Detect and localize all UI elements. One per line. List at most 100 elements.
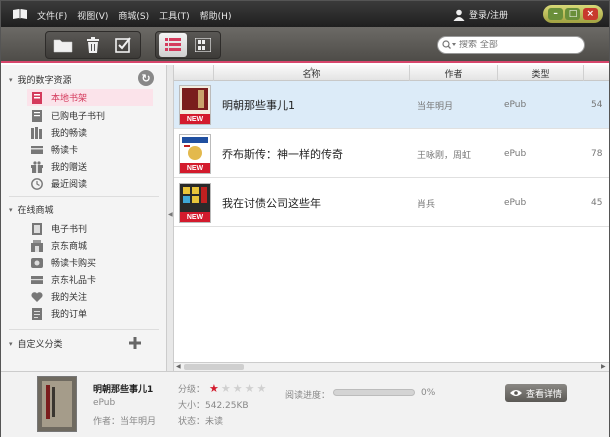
- sidebar-item-orders[interactable]: 我的订单: [31, 305, 163, 322]
- order-icon: [32, 307, 42, 320]
- sort-indicator-icon: ▲: [309, 66, 314, 72]
- menu-store[interactable]: 商城(S): [118, 9, 149, 22]
- section-online-store[interactable]: ▾ 在线商城: [9, 203, 54, 217]
- collapse-arrow-icon: ▾: [9, 339, 13, 348]
- header-extra: [584, 65, 609, 81]
- login-label: 登录/注册: [469, 11, 509, 21]
- menu-tools[interactable]: 工具(T): [159, 9, 190, 22]
- book-cover: NEW: [179, 183, 211, 223]
- detail-title: 明朝那些事儿1: [93, 385, 154, 395]
- card-icon: [31, 145, 43, 154]
- sidebar-item-local-shelf[interactable]: 本地书架: [27, 89, 163, 106]
- reading-progress-bar: [333, 389, 415, 396]
- sidebar-item-label: 畅读卡购买: [51, 259, 97, 269]
- menu-view[interactable]: 视图(V): [77, 9, 108, 22]
- sidebar-divider: [9, 196, 159, 197]
- login-link[interactable]: 登录/注册: [453, 8, 508, 21]
- eye-icon: [509, 390, 522, 396]
- table-row[interactable]: NEW 明朝那些事儿1 当年明月 ePub 54: [174, 81, 609, 129]
- sidebar-item-my-gifts[interactable]: 我的赠送: [31, 158, 163, 175]
- scroll-left-icon[interactable]: ◀: [176, 363, 181, 370]
- new-badge: NEW: [180, 212, 210, 222]
- minimize-button[interactable]: –: [548, 8, 564, 20]
- checkbox-icon: [115, 37, 131, 53]
- search-box[interactable]: [437, 36, 585, 54]
- header-type[interactable]: 类型: [498, 65, 584, 81]
- sidebar-item-following[interactable]: 我的关注: [31, 288, 163, 305]
- delete-button[interactable]: [79, 33, 107, 57]
- section-custom-categories[interactable]: ▾ 自定义分类: [9, 337, 63, 351]
- bookshelf-icon: [32, 91, 42, 104]
- shelf-view-icon: [195, 38, 211, 52]
- sidebar-item-label: 本地书架: [51, 94, 88, 104]
- file-actions-group: [45, 31, 141, 59]
- scrollbar-thumb[interactable]: [184, 364, 244, 370]
- progress-label: 阅读进度：: [285, 391, 331, 401]
- sync-button[interactable]: ↻: [138, 70, 154, 86]
- sidebar-item-my-reads[interactable]: 我的畅读: [31, 124, 163, 141]
- star-empty-icon[interactable]: ★: [233, 382, 243, 395]
- book-type: ePub: [504, 198, 527, 208]
- sidebar-splitter[interactable]: [167, 65, 174, 371]
- menu-help[interactable]: 帮助(H): [200, 9, 232, 22]
- header-author[interactable]: 作者: [410, 65, 498, 81]
- progress-value: 0%: [421, 388, 436, 398]
- menu-file[interactable]: 文件(F): [37, 9, 67, 22]
- gift-icon: [31, 160, 43, 173]
- giftcard-icon: [31, 275, 43, 284]
- list-view-button[interactable]: [159, 33, 187, 57]
- maximize-button[interactable]: □: [565, 8, 581, 20]
- scroll-right-icon[interactable]: ▶: [601, 363, 606, 370]
- book-title: 乔布斯传：神一样的传奇: [222, 148, 343, 161]
- select-button[interactable]: [109, 33, 137, 57]
- add-category-icon[interactable]: [129, 337, 141, 349]
- book-author: 王咏刚，周虹: [417, 150, 472, 161]
- book-detail-panel: 明朝那些事儿1 ePub 作者：当年明月 分级： ★ ★ ★ ★ ★ 大小：542.25…: [1, 371, 609, 437]
- user-icon: [453, 9, 465, 21]
- title-bar: 文件(F) 视图(V) 商城(S) 工具(T) 帮助(H) 登录/注册 – □ …: [1, 1, 609, 27]
- star-empty-icon[interactable]: ★: [245, 382, 255, 395]
- sidebar-item-recent[interactable]: 最近阅读: [31, 175, 163, 192]
- sidebar-item-ebooks[interactable]: 电子书刊: [31, 220, 163, 237]
- star-empty-icon[interactable]: ★: [221, 382, 231, 395]
- search-input[interactable]: [459, 40, 569, 50]
- close-button[interactable]: ×: [582, 8, 598, 20]
- buy-card-icon: [31, 257, 43, 268]
- section-title: 自定义分类: [17, 340, 63, 350]
- shelf-view-button[interactable]: [189, 33, 217, 57]
- header-type-label: 类型: [531, 69, 550, 80]
- window-controls: – □ ×: [543, 5, 603, 23]
- book-extra: 78: [591, 149, 603, 159]
- view-details-button[interactable]: 查看详情: [505, 384, 567, 402]
- book-type: ePub: [504, 100, 527, 110]
- section-my-resources[interactable]: ▾ 我的数字资源: [9, 73, 72, 87]
- detail-book-cover: [37, 376, 77, 432]
- app-logo-icon: [13, 9, 27, 19]
- sidebar-item-gift-card[interactable]: 京东礼品卡: [31, 271, 163, 288]
- book-title: 我在讨债公司这些年: [222, 197, 321, 210]
- table-row[interactable]: NEW 乔布斯传：神一样的传奇 王咏刚，周虹 ePub 78: [174, 130, 609, 178]
- header-cover: [174, 65, 214, 81]
- app-window: 文件(F) 视图(V) 商城(S) 工具(T) 帮助(H) 登录/注册 – □ …: [0, 0, 610, 437]
- horizontal-scrollbar[interactable]: ◀ ▶: [174, 362, 609, 371]
- sidebar-item-label: 电子书刊: [51, 225, 88, 235]
- sidebar-item-label: 京东商城: [51, 242, 88, 252]
- table-row[interactable]: NEW 我在讨债公司这些年 肖兵 ePub 45: [174, 179, 609, 227]
- open-folder-button[interactable]: [49, 33, 77, 57]
- header-name[interactable]: ▲ 名称: [214, 65, 410, 81]
- collapse-sidebar-icon[interactable]: ◀: [168, 211, 173, 218]
- detail-author: 作者：当年明月: [93, 417, 157, 427]
- list-view-icon: [165, 38, 181, 51]
- sidebar-item-read-card[interactable]: 畅读卡: [31, 141, 163, 158]
- star-empty-icon[interactable]: ★: [257, 382, 267, 395]
- book-cover: NEW: [179, 134, 211, 174]
- sidebar-item-jd-store[interactable]: 京东商城: [31, 237, 163, 254]
- star-filled-icon[interactable]: ★: [209, 382, 219, 395]
- sidebar-item-buy-card[interactable]: 畅读卡购买: [31, 254, 163, 271]
- sidebar-item-label: 我的畅读: [51, 129, 88, 139]
- detail-size: 大小：542.25KB: [178, 401, 249, 411]
- rating-stars[interactable]: ★ ★ ★ ★ ★: [209, 382, 266, 395]
- sidebar-item-label: 我的订单: [51, 310, 88, 320]
- sidebar-item-purchased[interactable]: 已购电子书刊: [31, 107, 163, 124]
- new-badge: NEW: [180, 163, 210, 173]
